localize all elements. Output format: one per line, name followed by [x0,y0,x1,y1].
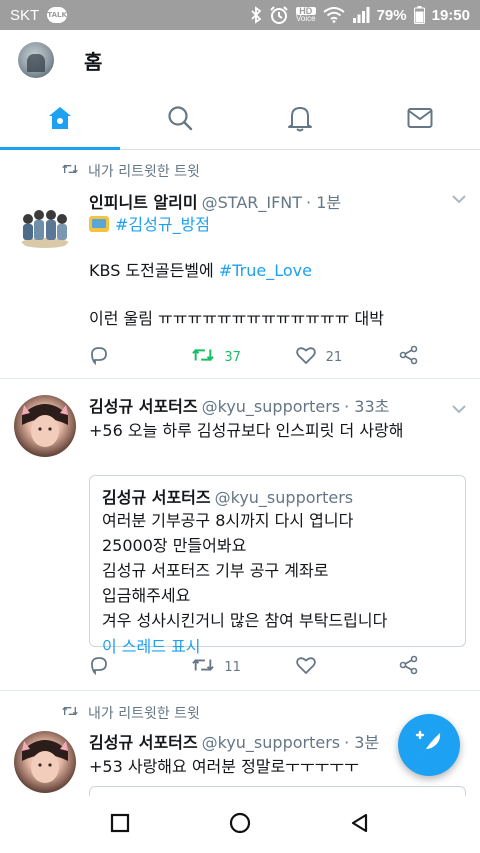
back-button[interactable] [349,812,371,838]
home-button[interactable] [228,811,252,839]
compose-tweet-button[interactable] [398,714,460,776]
avatar[interactable] [14,395,76,457]
voice-label: Voice [296,14,316,23]
tab-bar [0,90,480,150]
retweet-context: 내가 리트윗한 트윗 [62,703,200,723]
quoted-text-line: 김성규 서포터즈 기부 공구 계좌로 [102,561,329,580]
tab-messages[interactable] [360,90,480,149]
tweet-actions: 37 21 [89,345,419,369]
tweet-header: 인피니트 알리미 @STAR_IFNT · 1분 [89,189,466,213]
tweet-time: · 1분 [306,193,342,212]
retweet-icon [62,705,78,721]
tweet-time: · 33초 [344,397,390,416]
bluetooth-icon [250,6,262,24]
quoted-text-line: 여러분 기부공구 8시까지 다시 엽니다 [102,511,354,530]
profile-avatar[interactable] [18,42,54,78]
like-count: 21 [325,349,343,365]
tweet-item[interactable]: 김성규 서포터즈 @kyu_supporters · 33초 +56 오늘 하루… [0,379,480,691]
tweet-text: KBS 도전골든벨에 [89,261,219,280]
recents-button[interactable] [109,812,131,838]
reply-icon [89,655,109,679]
retweet-icon [62,163,78,179]
like-button[interactable]: 21 [295,346,376,368]
top-header: 홈 [0,30,480,90]
tweet-content: 인피니트 알리미 @STAR_IFNT · 1분 #김성규_방점 KBS 도전골… [89,189,466,331]
status-bar: SKT TALK HD Voice 79% 19:50 [0,0,480,30]
tweet-time: · 3분 [344,733,380,752]
share-button[interactable] [399,345,419,369]
carrier-label: SKT [10,6,40,24]
retweet-icon [192,346,215,368]
retweet-context-label: 내가 리트윗한 트윗 [88,706,200,722]
search-icon [167,105,193,135]
author-handle[interactable]: @kyu_supporters [202,397,341,416]
battery-icon [413,6,425,24]
tweet-header: 김성규 서포터즈 @kyu_supporters · 33초 [89,393,466,417]
author-name[interactable]: 인피니트 알리미 [89,189,198,213]
heart-icon [295,656,316,678]
share-icon [399,655,419,679]
clock-time: 19:50 [431,6,470,24]
tweet-content: 김성규 서포터즈 @kyu_supporters · 33초 +56 오늘 하루… [89,393,466,443]
reply-button[interactable] [89,345,169,369]
quoted-text-line: 입금해주세요 [102,586,191,605]
author-handle[interactable]: @kyu_supporters [202,733,341,752]
retweet-count: 11 [224,659,241,675]
author-name[interactable]: 김성규 서포터즈 [89,729,198,753]
retweet-icon [192,656,215,678]
bell-icon [287,104,313,136]
quoted-author-name: 김성규 서포터즈 [102,488,211,507]
retweet-button[interactable]: 11 [192,656,272,678]
quoted-text-line: 겨우 성사시킨거니 많은 참여 부탁드립니다 [102,611,388,630]
home-icon [47,105,73,135]
signal-icon [352,7,370,23]
hashtag-link[interactable]: #True_Love [219,261,312,280]
retweet-button[interactable]: 37 [192,346,272,368]
tweet-text-line: #김성규_방점 [89,213,466,237]
reply-icon [89,345,109,369]
tweet-actions: 11 [89,655,419,679]
alarm-icon [269,5,289,25]
retweet-count: 37 [224,349,241,365]
author-name[interactable]: 김성규 서포터즈 [89,393,198,417]
battery-percent: 79% [376,6,407,24]
quoted-tweet[interactable] [89,786,466,796]
retweet-context: 내가 리트윗한 트윗 [62,161,200,181]
mail-icon [407,107,433,133]
tweet-text: 이런 울림 ㅠㅠㅠㅠㅠㅠㅠㅠㅠㅠㅠㅠㅠ 대박 [89,309,384,328]
reply-button[interactable] [89,655,169,679]
tv-emoji-icon [89,216,109,232]
tweet-text: +56 오늘 하루 김성규보다 인스피릿 더 사랑해 [89,421,404,440]
quoted-tweet-header: 김성규 서포터즈 @kyu_supporters [102,484,453,508]
quoted-tweet[interactable]: 김성규 서포터즈 @kyu_supporters 여러분 기부공구 8시까지 다시… [89,475,466,656]
compose-icon [414,728,444,762]
share-icon [399,345,419,369]
tab-notifications[interactable] [240,90,360,149]
page-title: 홈 [84,49,103,74]
tweet-text-line: KBS 도전골든벨에 #True_Love [89,259,466,283]
like-button[interactable] [295,656,376,678]
hd-voice-icon: HD Voice [296,7,316,23]
kakaotalk-icon: TALK [47,7,68,23]
avatar[interactable] [14,731,76,793]
share-button[interactable] [399,655,419,679]
heart-icon [295,346,316,368]
hashtag-link[interactable]: #김성규_방점 [115,215,210,234]
author-handle[interactable]: @STAR_IFNT [202,193,302,212]
tab-search[interactable] [120,90,240,149]
system-nav-bar [0,796,480,853]
retweet-context-label: 내가 리트윗한 트윗 [88,164,200,180]
quoted-author-handle: @kyu_supporters [214,488,354,507]
tweet-item[interactable]: 내가 리트윗한 트윗 인피니트 알리미 @STAR_IFNT · 1분 #김성규… [0,151,480,379]
timeline-feed[interactable]: 내가 리트윗한 트윗 인피니트 알리미 @STAR_IFNT · 1분 #김성규… [0,151,480,796]
tab-home[interactable] [0,90,120,150]
quoted-text-line: 25000장 만들어봐요 [102,536,247,555]
avatar[interactable] [14,191,76,253]
wifi-icon [322,7,345,23]
